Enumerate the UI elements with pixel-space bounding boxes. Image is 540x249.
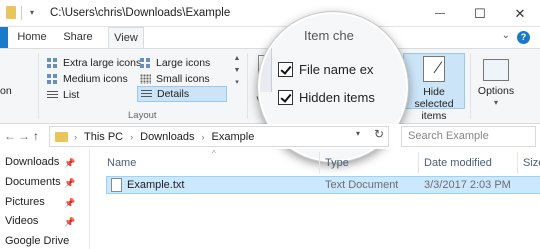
more-icon[interactable]: ▾ (232, 77, 242, 89)
group-divider (247, 53, 248, 119)
pin-icon[interactable]: 📌 (64, 158, 75, 169)
scroll-down-icon[interactable]: ▼ (232, 65, 242, 77)
close-icon: ✕ (514, 5, 526, 21)
up-arrow-icon[interactable]: ↑ (33, 129, 39, 143)
breadcrumb-this-pc[interactable]: This PC (84, 131, 123, 143)
layout-medium-icons[interactable]: Medium icons (47, 71, 128, 86)
file-date-modified: 3/3/2017 2:03 PM (424, 179, 511, 191)
pin-icon[interactable]: 📌 (64, 198, 75, 209)
checkbox-label: File name ex (299, 61, 374, 77)
minimize-icon: — (435, 8, 445, 19)
layout-large-icons[interactable]: Large icons (140, 55, 210, 70)
nav-item-downloads[interactable]: Downloads (5, 156, 59, 174)
table-row[interactable]: Example.txt Text Document 3/3/2017 2:03 … (106, 176, 540, 194)
hide-selected-items-button[interactable]: Hide selected items (403, 53, 465, 122)
options-button[interactable]: Options ▾ (474, 53, 518, 109)
tab-view[interactable]: View (108, 27, 144, 49)
column-header-name[interactable]: Name (107, 157, 136, 169)
forward-arrow-icon[interactable]: → (18, 129, 30, 143)
maximize-icon: ☐ (474, 5, 486, 21)
chevron-right-icon[interactable]: › (74, 132, 77, 142)
file-name-extensions-checkbox[interactable]: File name ex (278, 60, 373, 78)
file-name: Example.txt (127, 179, 185, 191)
maximize-button[interactable]: ☐ (460, 0, 500, 27)
column-header-type[interactable]: Type (325, 157, 349, 169)
layout-extra-large-icons[interactable]: Extra large icons (47, 55, 141, 70)
close-button[interactable]: ✕ (500, 0, 540, 27)
layout-item-label: Details (157, 88, 190, 100)
column-header-size[interactable]: Size (523, 157, 540, 169)
checkbox-checked-icon[interactable] (278, 61, 293, 77)
navigation-pane-button-cut[interactable]: on (0, 85, 12, 97)
title-bar: ▾ C:\Users\chris\Downloads\Example — ☐ ✕ (0, 0, 540, 27)
layout-small-icons[interactable]: Small icons (140, 71, 210, 86)
layout-item-label: Medium icons (63, 72, 128, 85)
layout-item-label: Large icons (156, 56, 211, 69)
checkbox-label: Hidden items (299, 89, 375, 105)
text-file-icon (111, 178, 122, 192)
scroll-up-icon[interactable]: ▲ (232, 53, 242, 65)
hide-selected-icon (423, 56, 445, 82)
address-bar[interactable]: › This PC › Downloads › Example (49, 126, 389, 147)
item-check-boxes-heading: Item che (304, 28, 354, 43)
address-dropdown-icon[interactable]: ▾ (356, 129, 360, 138)
tab-share[interactable]: Share (58, 27, 98, 48)
navigation-pane: Downloads 📌 Documents 📌 Pictures 📌 Video… (0, 149, 90, 249)
folder-icon (55, 131, 68, 142)
grid-icon (140, 57, 151, 68)
breadcrumb-downloads[interactable]: Downloads (140, 131, 194, 143)
column-divider[interactable] (319, 152, 320, 174)
list-icon (47, 89, 58, 100)
back-arrow-icon[interactable]: ← (4, 129, 16, 143)
column-header-date-modified[interactable]: Date modified (424, 157, 492, 169)
hide-selected-label-1: Hide selected (414, 86, 454, 110)
folder-icon (6, 6, 16, 19)
lens-icon-strip (260, 48, 272, 92)
window-title: C:\Users\chris\Downloads\Example (50, 7, 231, 19)
address-row: ← → ↑ › This PC › Downloads › Example ▾ … (0, 124, 540, 149)
nav-item-pictures[interactable]: Pictures (5, 196, 45, 214)
dots-icon (140, 73, 151, 84)
group-divider (38, 53, 39, 119)
search-input[interactable]: Search Example (401, 126, 536, 147)
breadcrumb-example[interactable]: Example (212, 131, 255, 143)
pin-icon[interactable]: 📌 (64, 217, 75, 228)
layout-scroll[interactable]: ▲ ▼ ▾ (232, 53, 242, 103)
nav-item-google-drive[interactable]: Google Drive (5, 235, 69, 249)
file-tab[interactable] (0, 27, 8, 48)
options-icon (483, 59, 509, 81)
file-list: ^ Name Type Date modified Size Example.t… (90, 149, 540, 249)
group-divider (470, 53, 471, 119)
sort-caret-icon: ^ (212, 149, 216, 158)
layout-details[interactable]: Details (137, 86, 227, 102)
grid-icon (47, 73, 58, 84)
hidden-items-checkbox[interactable]: Hidden items (278, 88, 375, 106)
layout-item-label: Small icons (156, 72, 210, 85)
checkbox-checked-icon[interactable] (278, 89, 293, 105)
quick-access-separator (21, 6, 22, 20)
column-divider[interactable] (418, 152, 419, 174)
group-label-layout: Layout (128, 110, 157, 121)
tab-home[interactable]: Home (14, 27, 50, 48)
grid-icon (47, 57, 58, 68)
help-icon[interactable]: ? (517, 31, 530, 44)
quick-access-dropdown-icon[interactable]: ▾ (30, 8, 34, 17)
minimize-button[interactable]: — (420, 0, 460, 27)
nav-item-videos[interactable]: Videos (5, 215, 38, 233)
chevron-right-icon[interactable]: › (130, 132, 133, 142)
layout-list[interactable]: List (47, 87, 79, 102)
options-dropdown-icon: ▾ (493, 98, 498, 107)
file-type: Text Document (325, 179, 399, 191)
options-label: Options (477, 85, 515, 97)
collapse-ribbon-icon[interactable]: ⌄ (502, 30, 510, 41)
layout-item-label: Extra large icons (63, 56, 142, 69)
list-icon (141, 89, 152, 99)
nav-item-documents[interactable]: Documents (5, 176, 61, 194)
pin-icon[interactable]: 📌 (64, 178, 75, 189)
column-divider[interactable] (517, 152, 518, 174)
chevron-right-icon[interactable]: › (202, 132, 205, 142)
layout-item-label: List (63, 88, 80, 101)
hide-selected-label-2: items (421, 110, 447, 122)
refresh-icon[interactable]: ↻ (374, 127, 384, 141)
